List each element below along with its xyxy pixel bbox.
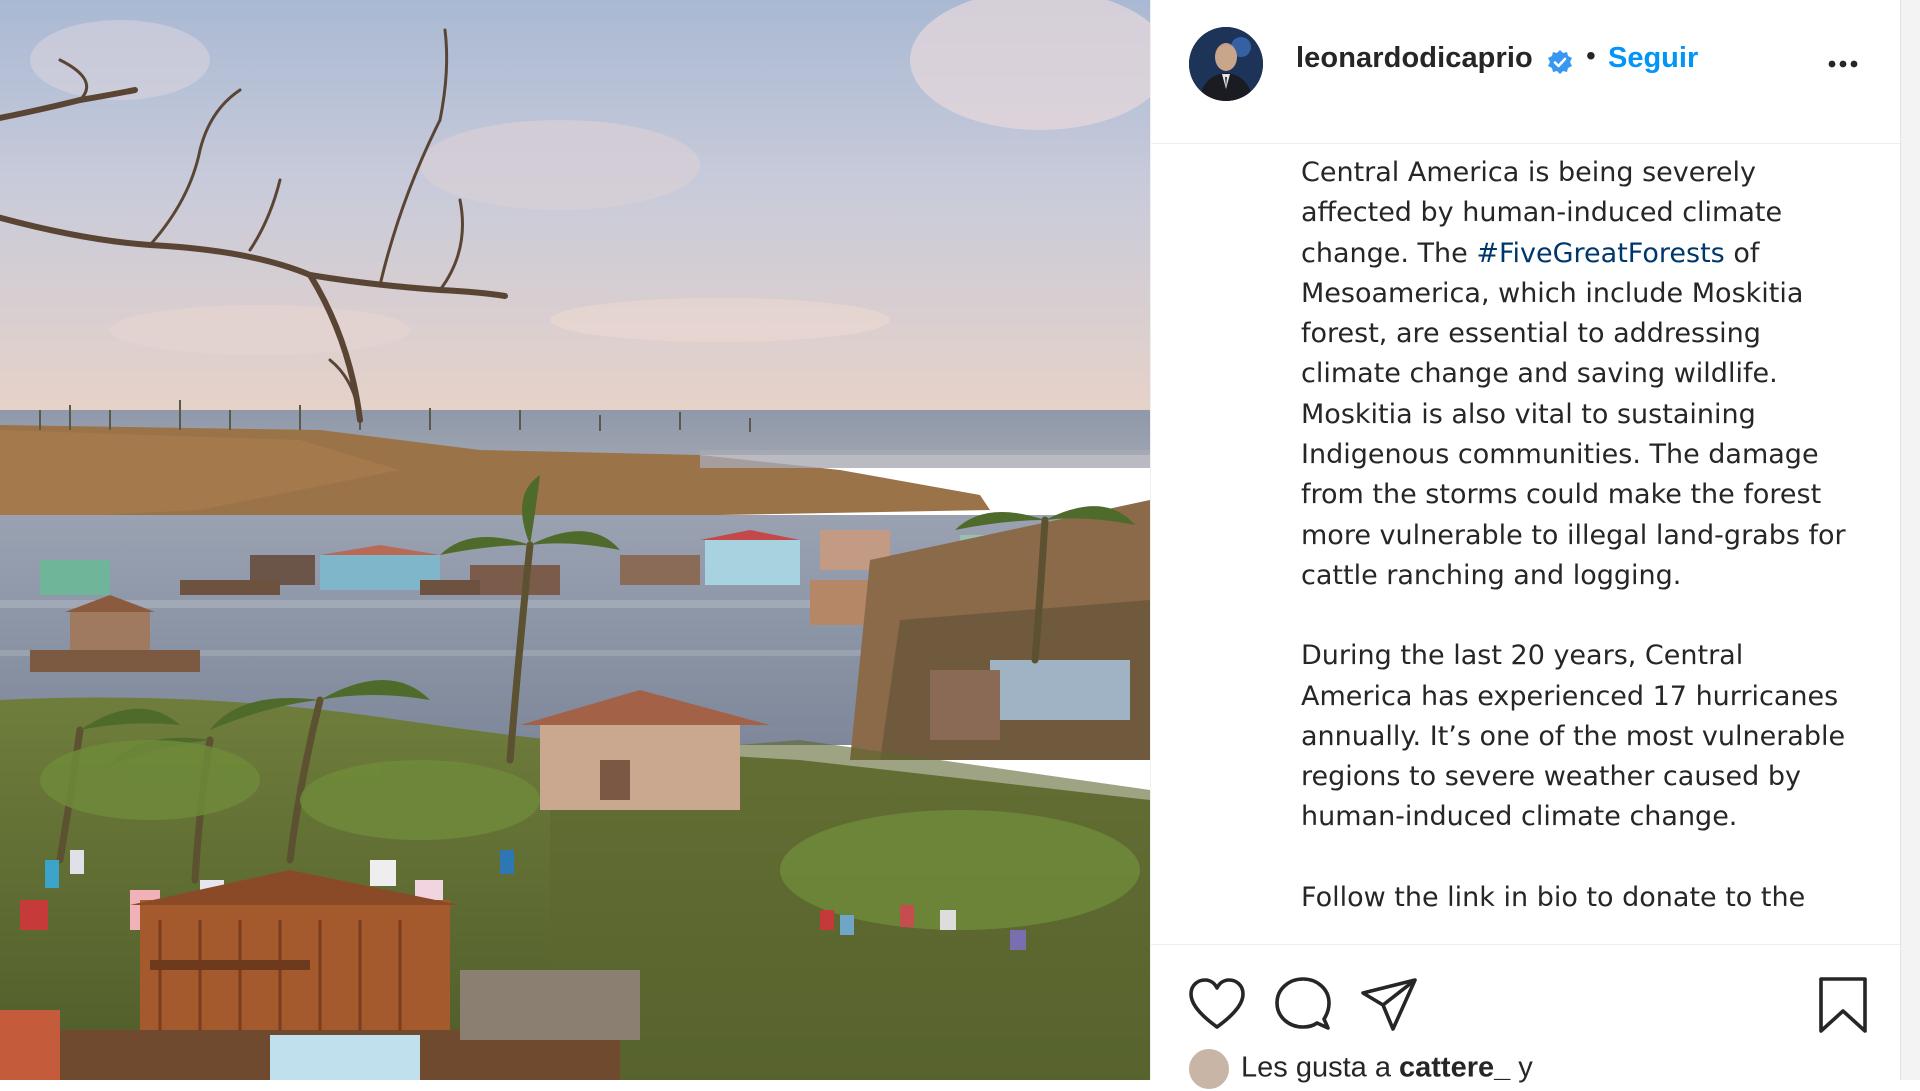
follow-button[interactable]: Seguir	[1608, 42, 1698, 75]
likes-row: Les gusta a cattere_ y	[1187, 1047, 1533, 1091]
liker-username[interactable]: cattere_	[1399, 1052, 1510, 1084]
profile-photo-icon	[1189, 27, 1263, 101]
post-photo[interactable]	[0, 0, 1150, 1080]
post-panel: leonardodicaprio • Seguir Central Americ…	[1150, 0, 1901, 1091]
instagram-post: leonardodicaprio • Seguir Central Americ…	[0, 0, 1920, 1091]
more-options-icon[interactable]	[1823, 50, 1863, 78]
verified-badge-icon	[1548, 50, 1572, 74]
bookmark-icon[interactable]	[1813, 975, 1873, 1035]
caption-text: Central America is being severely affect…	[1301, 153, 1861, 940]
caption-paragraph-1: Central America is being severely affect…	[1301, 153, 1861, 596]
liker-avatar[interactable]	[1187, 1047, 1231, 1091]
hashtag-link[interactable]: #FiveGreatForests	[1476, 238, 1724, 269]
flooded-village-image	[0, 0, 1150, 1080]
separator-dot: •	[1586, 40, 1596, 71]
username[interactable]: leonardodicaprio	[1296, 42, 1533, 75]
caption-paragraph-3: Follow the link in bio to donate to the	[1301, 881, 1806, 913]
heart-icon[interactable]	[1187, 975, 1247, 1035]
paper-plane-icon[interactable]	[1359, 975, 1419, 1035]
comment-bubble-icon[interactable]	[1273, 975, 1333, 1035]
post-header: leonardodicaprio • Seguir	[1151, 0, 1901, 144]
caption-area[interactable]: Central America is being severely affect…	[1151, 145, 1901, 940]
window-edge	[1900, 0, 1920, 1080]
caption-paragraph-2: During the last 20 years, Central Americ…	[1301, 640, 1846, 833]
caption-text-segment: of Mesoamerica, which include Moskitia f…	[1301, 237, 1846, 591]
likes-suffix: y	[1510, 1051, 1533, 1084]
action-bar: Les gusta a cattere_ y	[1151, 944, 1901, 1091]
avatar[interactable]	[1189, 27, 1263, 101]
likes-prefix: Les gusta a	[1241, 1051, 1399, 1084]
